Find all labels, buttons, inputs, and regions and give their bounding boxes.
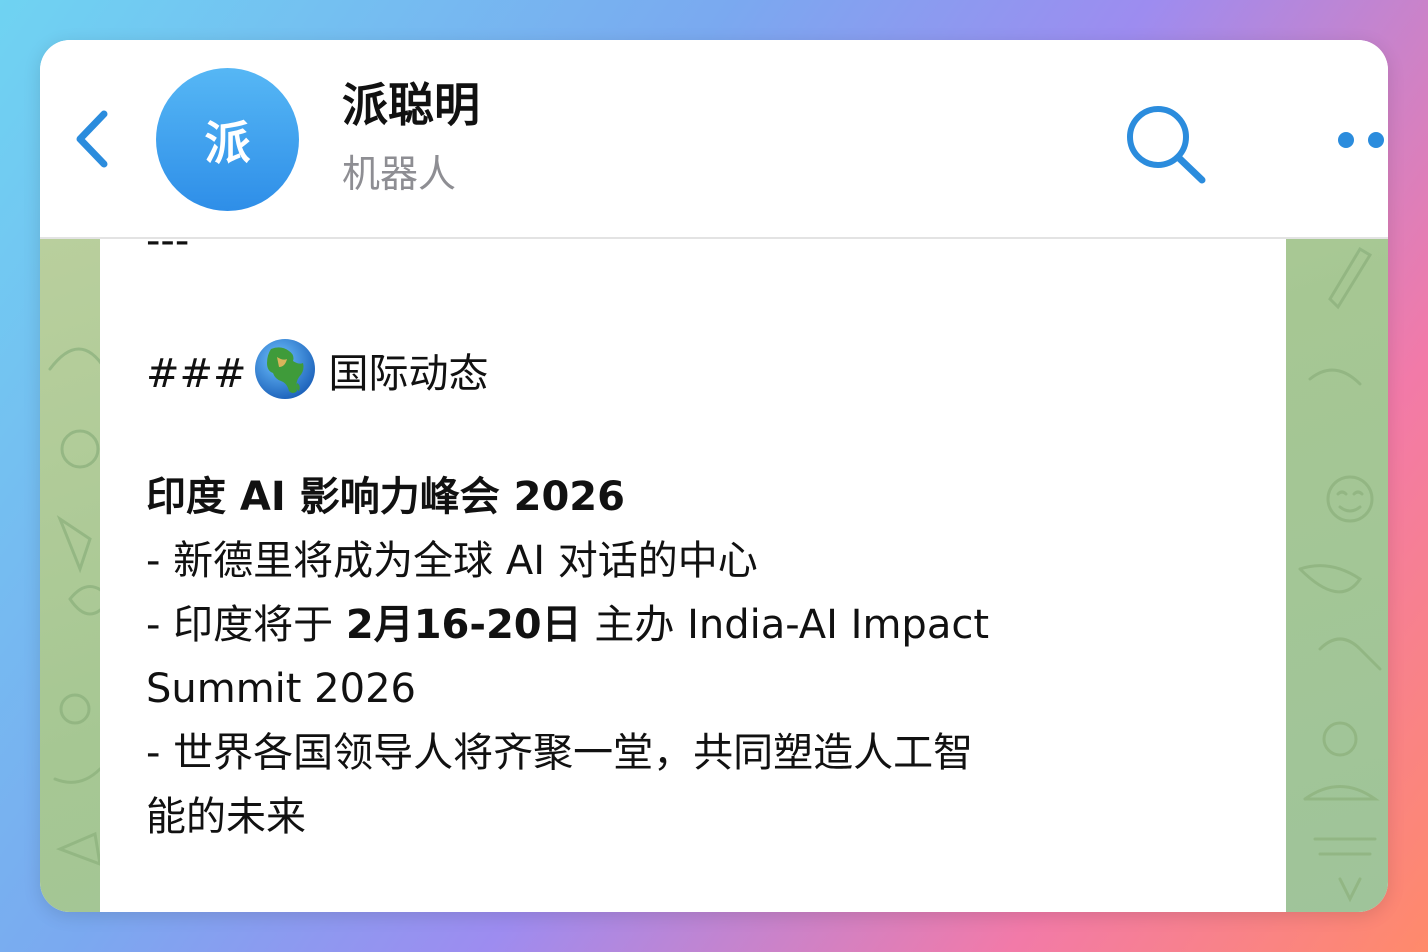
- bullet-item: - 世界各国领导人将齐聚一堂，共同塑造人工智: [146, 730, 974, 776]
- back-button[interactable]: [68, 106, 118, 172]
- more-button[interactable]: [1336, 128, 1388, 152]
- chat-subtitle: 机器人: [342, 152, 457, 196]
- avatar[interactable]: 派: [156, 68, 299, 211]
- chat-name: 派聪明: [342, 78, 480, 132]
- bullet-item: - 印度将于 2月16-20日 主办 India-AI Impact: [146, 593, 1246, 657]
- section-hashes: ###: [146, 351, 247, 397]
- bullet-text: 主办 India-AI Impact: [581, 602, 990, 648]
- chevron-left-icon: [76, 110, 108, 168]
- section-title: 国际动态: [328, 351, 489, 397]
- chat-background: --- ### 国际动态 印度 AI 影响力峰会 2026 - 新德里将成为全球…: [40, 218, 1388, 912]
- search-icon: [1127, 106, 1206, 184]
- message-bubble: --- ### 国际动态 印度 AI 影响力峰会 2026 - 新德里将成为全球…: [100, 218, 1286, 912]
- search-button[interactable]: [1122, 104, 1210, 184]
- bullet-text: - 印度将于: [146, 602, 346, 648]
- chat-header: 派 派聪明 机器人: [40, 40, 1388, 239]
- bullet-item: - 新德里将成为全球 AI 对话的中心: [146, 538, 758, 584]
- event-date: 2月16-20日: [345, 602, 582, 648]
- message-heading: 印度 AI 影响力峰会 2026: [146, 474, 625, 520]
- message-text: --- ### 国际动态 印度 AI 影响力峰会 2026 - 新德里将成为全球…: [146, 209, 1246, 849]
- bullet-continuation: 能的未来: [146, 794, 306, 840]
- chat-window: 派 派聪明 机器人 --- ### 国际动态 印度 AI 影响力峰会 2026 …: [40, 40, 1388, 912]
- bullet-continuation: Summit 2026: [146, 666, 416, 712]
- more-dots-icon: [1338, 132, 1384, 148]
- section-header: ### 国际动态: [146, 337, 1246, 401]
- avatar-letter: 派: [204, 115, 251, 170]
- globe-africa-icon: [254, 339, 315, 399]
